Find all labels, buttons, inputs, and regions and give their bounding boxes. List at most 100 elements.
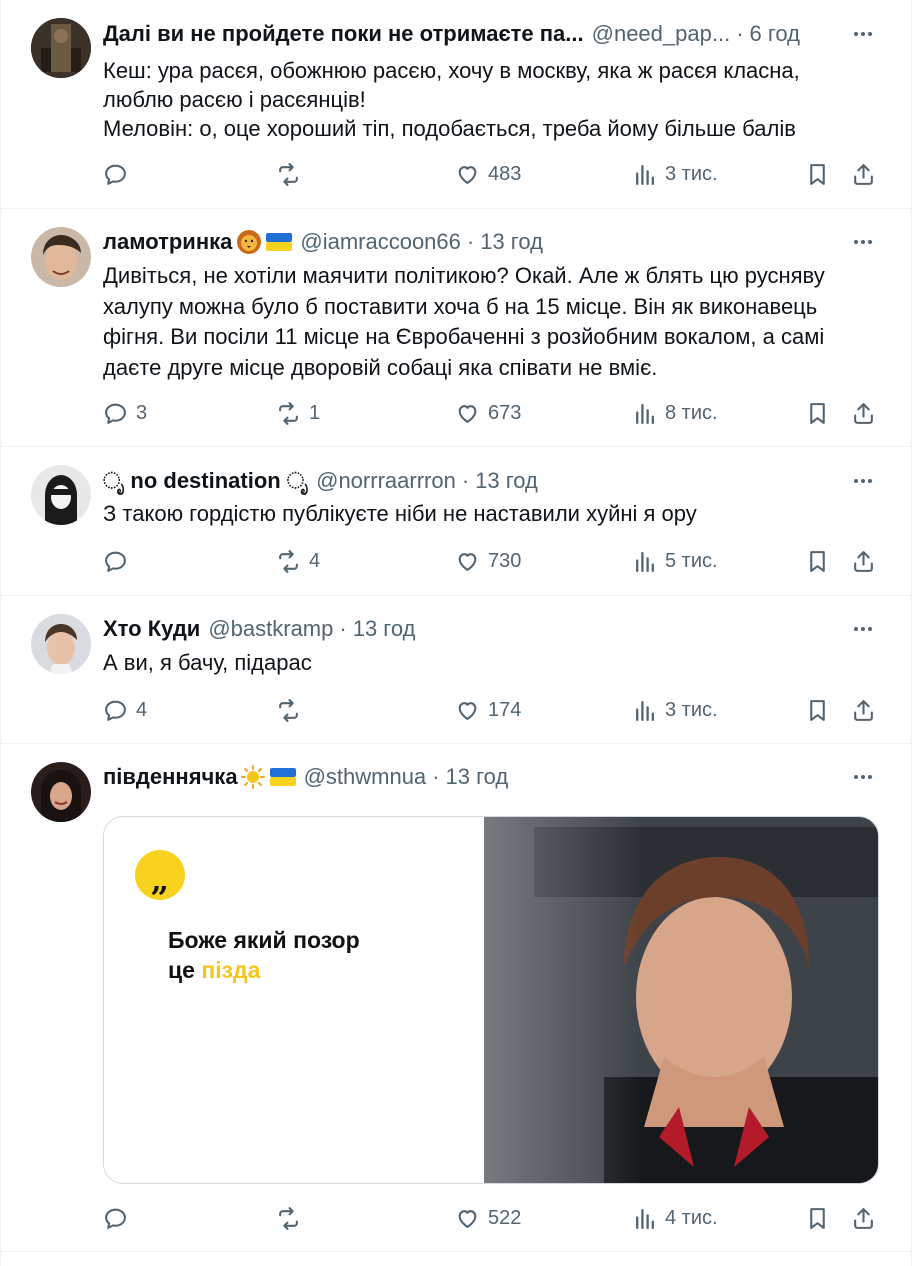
views-button[interactable]: 3 тис. xyxy=(632,159,718,189)
repost-button[interactable]: 1 xyxy=(276,398,320,428)
heart-icon xyxy=(458,1209,477,1228)
views-button[interactable]: 3 тис. xyxy=(632,695,718,725)
display-name[interactable]: Далі ви не пройдете поки не отримаєте па… xyxy=(103,21,584,47)
views-icon xyxy=(636,164,654,185)
bookmark-icon xyxy=(810,402,825,424)
share-button[interactable] xyxy=(851,398,876,428)
share-button[interactable] xyxy=(851,546,876,576)
bookmark-button[interactable] xyxy=(805,159,830,189)
quote-text: Боже який позор це пізда xyxy=(168,927,360,983)
share-button[interactable] xyxy=(851,1203,876,1233)
timestamp[interactable]: 6 год xyxy=(750,21,800,47)
share-icon xyxy=(854,699,873,721)
more-icon[interactable] xyxy=(851,22,875,46)
tweet-text: Кеш: ура расєя, обожнюю расєю, хочу в мо… xyxy=(103,58,800,141)
share-button[interactable] xyxy=(851,159,876,189)
reply-button[interactable] xyxy=(103,546,136,576)
display-name[interactable]: Хто Куди xyxy=(103,616,200,642)
user-handle[interactable]: @sthwmnua xyxy=(304,764,427,790)
like-button[interactable]: 522 xyxy=(455,1203,521,1233)
avatar[interactable] xyxy=(31,465,91,525)
more-icon[interactable] xyxy=(851,469,875,493)
heart-icon xyxy=(458,165,477,184)
user-handle[interactable]: @bastkramp xyxy=(208,616,333,642)
like-button[interactable]: 483 xyxy=(455,159,521,189)
repost-button[interactable] xyxy=(276,159,309,189)
display-name[interactable]: ламотринка xyxy=(103,229,232,255)
avatar[interactable] xyxy=(31,614,91,674)
decorative-symbol-icon: ೃ xyxy=(286,468,309,493)
like-button[interactable]: 730 xyxy=(455,546,521,576)
share-icon xyxy=(854,163,873,185)
bookmark-button[interactable] xyxy=(805,398,830,428)
photo-background xyxy=(104,817,878,1183)
tweet[interactable]: південнячка @sthwmnua · 13 год „ Боже як… xyxy=(1,744,911,1252)
repost-icon xyxy=(279,401,298,425)
reply-icon xyxy=(105,164,126,185)
tweet-text: Дивіться, не хотіли маячити політикою? О… xyxy=(103,263,825,380)
avatar[interactable] xyxy=(31,18,91,78)
bookmark-icon xyxy=(810,699,825,721)
user-handle[interactable]: @need_pap... xyxy=(592,21,731,47)
views-button[interactable]: 8 тис. xyxy=(632,398,718,428)
tweet[interactable]: Хто Куди @bastkramp · 13 год А ви, я бач… xyxy=(1,596,911,744)
views-icon xyxy=(636,403,654,424)
more-icon[interactable] xyxy=(851,765,875,789)
bookmark-icon xyxy=(810,550,825,572)
repost-button[interactable] xyxy=(276,1203,309,1233)
heart-icon xyxy=(458,404,477,423)
reply-button[interactable]: 3 xyxy=(103,398,147,428)
tweet-actions: 522 4 тис. xyxy=(103,1203,883,1233)
display-name[interactable]: південнячка xyxy=(103,764,238,790)
bookmark-button[interactable] xyxy=(805,1203,830,1233)
attached-image[interactable]: „ Боже який позор це пізда xyxy=(103,816,879,1184)
share-button[interactable] xyxy=(851,695,876,725)
views-icon xyxy=(636,551,654,572)
tweet[interactable]: ламотринка @iamraccoon66 · 13 год Дивіть… xyxy=(1,209,911,447)
like-button[interactable]: 673 xyxy=(455,398,521,428)
timestamp[interactable]: 13 год xyxy=(480,229,543,255)
quote-mark-icon: „ xyxy=(150,861,170,899)
avatar[interactable] xyxy=(31,762,91,822)
heart-icon xyxy=(458,552,477,571)
tweet[interactable]: ೃ no destination ೃ @norrraarrron · 13 го… xyxy=(1,447,911,596)
tweet-actions: 483 3 тис. xyxy=(103,159,883,189)
tweet-actions: 4 730 5 тис. xyxy=(103,546,883,576)
bookmark-button[interactable] xyxy=(805,546,830,576)
views-button[interactable]: 5 тис. xyxy=(632,546,718,576)
user-handle[interactable]: @iamraccoon66 xyxy=(300,229,461,255)
more-icon[interactable] xyxy=(851,617,875,641)
timestamp[interactable]: 13 год xyxy=(353,616,416,642)
reply-icon xyxy=(105,1208,126,1229)
decorative-symbol-icon: ೃ xyxy=(103,468,125,493)
tweet-header: Хто Куди @bastkramp · 13 год xyxy=(103,616,416,642)
tweet[interactable]: Далі ви не пройдете поки не отримаєте па… xyxy=(1,0,911,209)
tweet-header: ೃ no destination ೃ @norrraarrron · 13 го… xyxy=(103,468,538,494)
reply-button[interactable] xyxy=(103,1203,136,1233)
reply-icon xyxy=(105,700,126,721)
reply-button[interactable] xyxy=(103,159,136,189)
timestamp[interactable]: 13 год xyxy=(475,468,538,494)
timestamp[interactable]: 13 год xyxy=(446,764,509,790)
tweet-header: південнячка @sthwmnua · 13 год xyxy=(103,764,509,790)
display-name[interactable]: no destination xyxy=(130,468,280,494)
user-handle[interactable]: @norrraarrron xyxy=(316,468,456,494)
avatar[interactable] xyxy=(31,227,91,287)
repost-button[interactable] xyxy=(276,695,309,725)
repost-icon xyxy=(279,1206,298,1230)
more-icon[interactable] xyxy=(851,230,875,254)
reply-feed: Далі ви не пройдете поки не отримаєте па… xyxy=(0,0,912,1266)
views-button[interactable]: 4 тис. xyxy=(632,1203,718,1233)
ukraine-flag-icon xyxy=(266,233,293,251)
lion-emoji-icon xyxy=(237,230,262,254)
highlighted-word: пізда xyxy=(201,957,261,983)
repost-button[interactable]: 4 xyxy=(276,546,320,576)
tweet-header: Далі ви не пройдете поки не отримаєте па… xyxy=(103,21,800,47)
share-icon xyxy=(854,402,873,424)
tweet-text: А ви, я бачу, підарас xyxy=(103,650,312,675)
tweet-text: З такою гордістю публікуєте ніби не наст… xyxy=(103,501,697,526)
views-icon xyxy=(636,1208,654,1229)
bookmark-button[interactable] xyxy=(805,695,830,725)
like-button[interactable]: 174 xyxy=(455,695,521,725)
reply-button[interactable]: 4 xyxy=(103,695,147,725)
